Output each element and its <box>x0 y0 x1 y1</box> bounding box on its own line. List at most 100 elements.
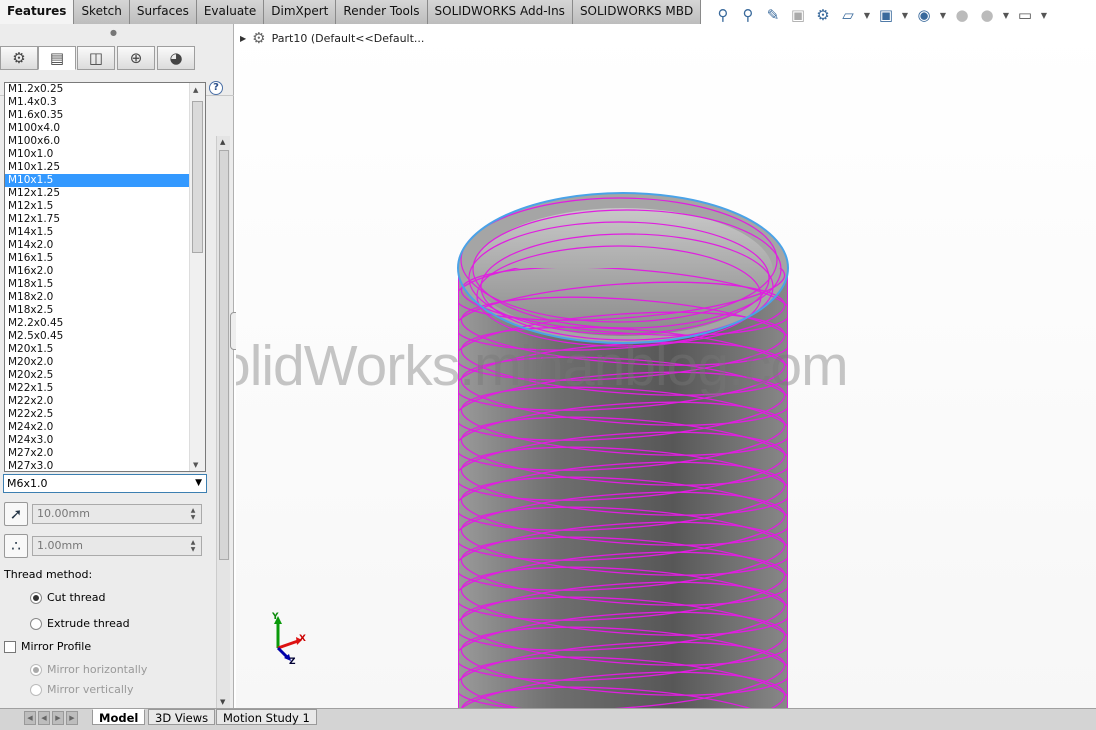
radio-selected-icon[interactable] <box>30 591 42 604</box>
configurationmanager-icon[interactable]: ◫ <box>77 46 115 70</box>
thread-size-option[interactable]: M16x1.5 <box>5 252 189 265</box>
tab-solidworks-mbd[interactable]: SOLIDWORKS MBD <box>572 0 702 24</box>
thread-size-option[interactable]: M1.6x0.35 <box>5 109 189 122</box>
thread-size-option[interactable]: M16x2.0 <box>5 265 189 278</box>
hide-show-dropdown-icon[interactable]: ▼ <box>938 5 948 25</box>
tab-dimxpert[interactable]: DimXpert <box>264 0 337 24</box>
first-tab-icon[interactable]: ◀ <box>24 711 36 725</box>
thread-size-option[interactable]: M20x1.5 <box>5 343 189 356</box>
expand-arrow-icon[interactable]: ▶ <box>240 34 246 43</box>
thread-size-option[interactable]: M100x4.0 <box>5 122 189 135</box>
edit-appearance-icon[interactable]: ● <box>951 5 973 25</box>
diameter-icon: ➚ <box>4 502 28 526</box>
zoom-to-fit-icon[interactable]: ⚲ <box>712 5 734 25</box>
scroll-down-icon[interactable]: ▼ <box>193 461 198 469</box>
radio-disabled-icon[interactable] <box>30 683 42 696</box>
thread-size-option[interactable]: M1.2x0.25 <box>5 83 189 96</box>
panel-scroll-up-icon[interactable]: ▲ <box>220 138 225 146</box>
thread-size-option[interactable]: M18x2.0 <box>5 291 189 304</box>
tab-model[interactable]: Model <box>92 709 146 725</box>
apply-scene-dropdown-icon[interactable]: ▼ <box>1001 5 1011 25</box>
radio-selected-disabled-icon[interactable] <box>30 663 42 676</box>
cut-thread-radio[interactable]: Cut thread <box>30 591 106 604</box>
thread-size-option[interactable]: M22x1.5 <box>5 382 189 395</box>
display-style-dropdown-icon[interactable]: ▼ <box>900 5 910 25</box>
scroll-thumb[interactable] <box>192 101 203 253</box>
extrude-thread-radio[interactable]: Extrude thread <box>30 617 130 630</box>
tab-motion-study-1[interactable]: Motion Study 1 <box>216 709 317 725</box>
thread-size-option[interactable]: M24x3.0 <box>5 434 189 447</box>
checkbox-icon[interactable] <box>4 640 16 653</box>
view-settings-dropdown-icon[interactable]: ▼ <box>1039 5 1049 25</box>
zoom-to-area-icon[interactable]: ⚲ <box>737 5 759 25</box>
propertymanager-icon[interactable]: ▤ <box>38 46 76 70</box>
help-icon[interactable]: ? <box>209 81 223 95</box>
tab-3d-views[interactable]: 3D Views <box>148 709 216 725</box>
thread-size-list[interactable]: M1.2x0.25 M1.4x0.3 M1.6x0.35 M100x4.0 M100x6… <box>4 82 206 472</box>
thread-size-option[interactable]: M2.2x0.45 <box>5 317 189 330</box>
thread-size-option[interactable]: M27x3.0 <box>5 460 189 471</box>
section-view-icon[interactable]: ▣ <box>787 5 809 25</box>
panel-grip-icon[interactable]: ● <box>110 28 117 37</box>
tab-evaluate[interactable]: Evaluate <box>196 0 265 24</box>
view-orientation-icon[interactable]: ▱ <box>837 5 859 25</box>
tab-surfaces[interactable]: Surfaces <box>129 0 197 24</box>
thread-size-option[interactable]: M2.5x0.45 <box>5 330 189 343</box>
view-orientation-dropdown-icon[interactable]: ▼ <box>862 5 872 25</box>
thread-size-option[interactable]: M12x1.5 <box>5 200 189 213</box>
last-tab-icon[interactable]: ▶ <box>66 711 78 725</box>
previous-view-icon[interactable]: ✎ <box>762 5 784 25</box>
radio-unselected-icon[interactable] <box>30 617 42 630</box>
mirror-vertically-radio[interactable]: Mirror vertically <box>30 683 134 696</box>
thread-size-option[interactable]: M18x1.5 <box>5 278 189 291</box>
thread-size-option[interactable]: M14x2.0 <box>5 239 189 252</box>
chevron-down-icon[interactable]: ▼ <box>195 475 202 492</box>
thread-size-option[interactable]: M22x2.0 <box>5 395 189 408</box>
scroll-up-icon[interactable]: ▲ <box>193 86 198 94</box>
panel-scroll-down-icon[interactable]: ▼ <box>220 698 225 706</box>
thread-size-option[interactable]: M22x2.5 <box>5 408 189 421</box>
thread-size-option[interactable]: M20x2.5 <box>5 369 189 382</box>
flyout-feature-tree[interactable]: ▶ ⚙ Part10 (Default<<Default... <box>240 29 424 47</box>
pitch-spinner-icon[interactable]: ▲ ▼ <box>187 539 199 553</box>
graphics-area[interactable]: ▶ ⚙ Part10 (Default<<Default... SolidWor… <box>236 24 1096 708</box>
tab-render-tools[interactable]: Render Tools <box>336 0 428 24</box>
display-style-icon[interactable]: ▣ <box>875 5 897 25</box>
apply-scene-icon[interactable]: ● <box>976 5 998 25</box>
dimxpertmanager-icon[interactable]: ⊕ <box>117 46 155 70</box>
list-scrollbar[interactable]: ▲ ▼ <box>189 83 205 471</box>
part-icon: ⚙ <box>252 29 266 47</box>
thread-size-option[interactable]: M24x2.0 <box>5 421 189 434</box>
thread-size-option[interactable]: M20x2.0 <box>5 356 189 369</box>
displaymanager-icon[interactable]: ◕ <box>157 46 195 70</box>
tab-sketch[interactable]: Sketch <box>74 0 130 24</box>
thread-size-option[interactable]: M18x2.5 <box>5 304 189 317</box>
thread-size-option[interactable]: M10x1.0 <box>5 148 189 161</box>
view-settings-icon[interactable]: ▭ <box>1014 5 1036 25</box>
tab-features[interactable]: Features <box>0 0 75 24</box>
featuremanager-icon[interactable]: ⚙ <box>0 46 38 70</box>
next-tab-icon[interactable]: ▶ <box>52 711 64 725</box>
panel-scrollbar[interactable]: ▲ ▼ <box>216 136 230 708</box>
mirror-profile-checkbox[interactable]: Mirror Profile <box>4 640 91 653</box>
diameter-input[interactable]: 10.00mm ▲ ▼ <box>32 504 202 524</box>
prev-tab-icon[interactable]: ◀ <box>38 711 50 725</box>
hide-show-items-icon[interactable]: ◉ <box>913 5 935 25</box>
panel-scroll-thumb[interactable] <box>219 150 229 560</box>
mirror-horizontally-label: Mirror horizontally <box>47 663 148 676</box>
diameter-spinner-icon[interactable]: ▲ ▼ <box>187 507 199 521</box>
thread-size-option[interactable]: M27x2.0 <box>5 447 189 460</box>
pitch-input[interactable]: 1.00mm ▲ ▼ <box>32 536 202 556</box>
thread-size-option[interactable]: M1.4x0.3 <box>5 96 189 109</box>
thread-size-option[interactable]: M10x1.25 <box>5 161 189 174</box>
thread-size-option[interactable]: M100x6.0 <box>5 135 189 148</box>
thread-size-combobox[interactable]: M6x1.0 ▼ <box>3 474 207 493</box>
thread-size-option[interactable]: M12x1.25 <box>5 187 189 200</box>
mirror-horizontally-radio[interactable]: Mirror horizontally <box>30 663 147 676</box>
thread-size-option[interactable]: M10x1.5 <box>5 174 189 187</box>
thread-size-option[interactable]: M12x1.75 <box>5 213 189 226</box>
dynamic-annotation-icon[interactable]: ⚙ <box>812 5 834 25</box>
property-manager-panel: ● ⚙ ▤ ◫ ⊕ ◕ M1.2x0.25 M1.4x0.3 M1.6x0.35 M1… <box>0 24 234 710</box>
thread-size-option[interactable]: M14x1.5 <box>5 226 189 239</box>
tab-solidworks-add-ins[interactable]: SOLIDWORKS Add-Ins <box>427 0 573 24</box>
